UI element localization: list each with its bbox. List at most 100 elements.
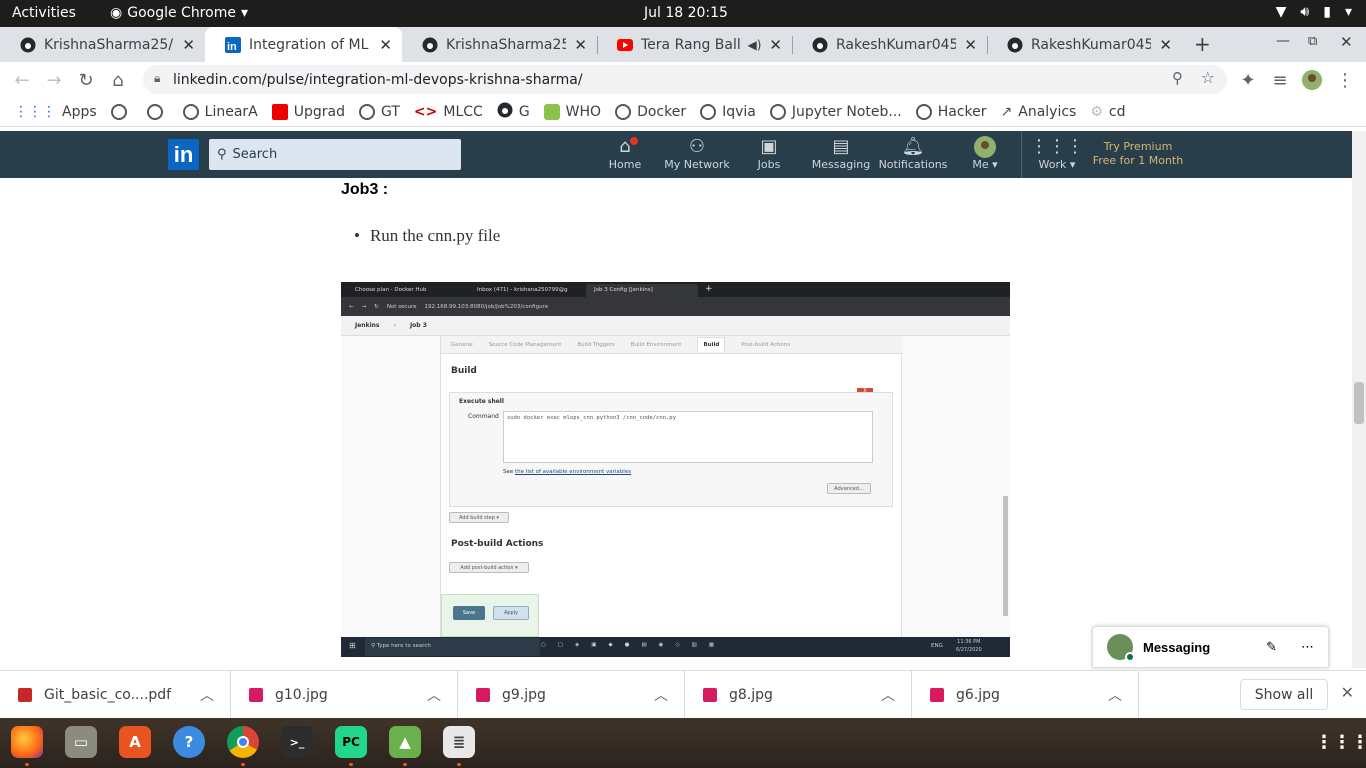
home-button[interactable]: ⌂	[106, 68, 130, 92]
tab[interactable]: KrishnaSharma25/C ✕	[402, 27, 597, 62]
tab[interactable]: Tera Rang Balle ◀︎) ✕	[597, 27, 792, 62]
search-input[interactable]: ⚲ Search	[209, 139, 461, 170]
download-item[interactable]: g6.jpg ︿	[912, 671, 1139, 719]
new-tab-button[interactable]: +	[1194, 32, 1211, 56]
media-control-icon[interactable]: ≡	[1268, 68, 1292, 92]
compose-icon[interactable]: ✎	[1266, 640, 1277, 655]
minimize-button[interactable]: —	[1276, 33, 1290, 49]
clock[interactable]: Jul 18 20:15	[644, 5, 728, 21]
activities-button[interactable]: Activities	[12, 5, 76, 21]
close-window-button[interactable]: ✕	[1340, 33, 1353, 51]
config-tabs: General Source Code Management Build Tri…	[441, 336, 903, 354]
image-file-icon	[249, 688, 263, 702]
extensions-icon[interactable]: ✦	[1236, 68, 1260, 92]
running-indicator	[403, 763, 407, 766]
forward-button[interactable]: →	[42, 68, 66, 92]
command-textarea: sudo docker exec mlops_cnn python3 /cnn_…	[503, 411, 873, 463]
close-icon[interactable]: ✕	[1341, 683, 1354, 702]
zoom-icon[interactable]: ⚲	[1172, 69, 1183, 87]
address-bar[interactable]: 🔒︎ linkedin.com/pulse/integration-ml-dev…	[143, 65, 1227, 94]
people-icon: ⚇	[688, 136, 706, 157]
nav-notifications[interactable]: 🔔︎ Notifications	[878, 136, 948, 171]
bookmark[interactable]: ↗ Analyics	[1001, 104, 1077, 120]
close-icon[interactable]: ✕	[574, 36, 587, 54]
bookmark[interactable]: <> MLCC	[414, 104, 483, 120]
software-icon[interactable]: A	[119, 726, 151, 758]
download-item[interactable]: g9.jpg ︿	[458, 671, 685, 719]
download-item[interactable]: Git_basic_co....pdf ︿	[0, 671, 231, 719]
section-heading: Job3 :	[341, 181, 389, 198]
bookmark-star-icon[interactable]: ☆	[1201, 68, 1215, 87]
restore-button[interactable]: ⧉	[1308, 34, 1317, 49]
download-item[interactable]: g10.jpg ︿	[231, 671, 458, 719]
bookmark[interactable]: WHO	[543, 103, 601, 120]
bookmark[interactable]	[110, 103, 133, 120]
nav-jobs[interactable]: ▣ Jobs	[734, 136, 804, 171]
bookmark[interactable]: Iqvia	[700, 103, 756, 120]
bookmark[interactable]: G	[497, 102, 530, 122]
bookmark-apps[interactable]: ⋮⋮⋮ Apps	[14, 104, 97, 120]
tab[interactable]: KrishnaSharma25/N ✕	[0, 27, 205, 62]
tab-title: RakeshKumar045/N	[1031, 36, 1152, 53]
reload-button[interactable]: ↻	[74, 68, 98, 92]
nav-work[interactable]: ⋮⋮⋮ Work ▾	[1022, 136, 1092, 171]
close-icon[interactable]: ✕	[964, 36, 977, 54]
caret-down-icon: ▾	[992, 158, 998, 171]
bookmark[interactable]: Docker	[615, 103, 686, 120]
chrome-icon[interactable]	[227, 726, 259, 758]
files-icon[interactable]: ▭	[65, 726, 97, 758]
close-icon[interactable]: ✕	[1159, 36, 1172, 54]
tab[interactable]: RakeshKumar045/D ✕	[792, 27, 987, 62]
show-all-button[interactable]: Show all	[1240, 679, 1328, 710]
bookmark[interactable]: Hacker	[915, 103, 987, 120]
nav-my-network[interactable]: ⚇ My Network	[662, 136, 732, 171]
messaging-widget[interactable]: Messaging ✎ ⋯	[1092, 626, 1329, 668]
pycharm-icon[interactable]: PC	[335, 726, 367, 758]
tab-active[interactable]: in Integration of ML a ✕	[205, 27, 402, 62]
bookmark[interactable]: ⚙ cd	[1090, 104, 1125, 120]
bullet-text: Run the cnn.py file	[369, 226, 501, 245]
close-icon[interactable]: ✕	[379, 36, 392, 54]
profile-avatar[interactable]	[1300, 68, 1324, 92]
running-indicator	[349, 763, 353, 766]
terminal-icon[interactable]: >_	[281, 726, 313, 758]
back-button[interactable]: ←	[10, 68, 34, 92]
app-menu[interactable]: ◉ Google Chrome ▾	[110, 5, 248, 21]
bookmark[interactable]: LinearA	[182, 103, 258, 120]
chevron-up-icon[interactable]: ︿	[200, 685, 214, 705]
lock-icon: 🔒︎	[154, 71, 161, 85]
show-apps-grid-icon[interactable]: ⋮⋮⋮	[1315, 726, 1366, 758]
premium-link[interactable]: Try Premium Free for 1 Month	[1092, 140, 1184, 168]
download-filename: g9.jpg	[502, 687, 546, 703]
chevron-up-icon[interactable]: ︿	[654, 685, 668, 705]
help-icon[interactable]: ?	[173, 726, 205, 758]
nav-home[interactable]: ⌂ Home	[590, 136, 660, 171]
bookmark[interactable]	[146, 103, 169, 120]
github-icon	[1007, 37, 1023, 53]
bookmark[interactable]: Upgrad	[271, 103, 345, 120]
more-icon[interactable]: ⋯	[1301, 640, 1314, 655]
close-icon[interactable]: ✕	[769, 36, 782, 54]
menu-icon[interactable]: ⋮	[1333, 68, 1357, 92]
close-icon[interactable]: ✕	[182, 36, 195, 54]
chevron-up-icon[interactable]: ︿	[427, 685, 441, 705]
chevron-up-icon[interactable]: ︿	[881, 685, 895, 705]
scrollbar-thumb[interactable]	[1354, 382, 1364, 424]
download-item[interactable]: g8.jpg ︿	[685, 671, 912, 719]
advanced-button: Advanced...	[827, 483, 871, 494]
nav-me[interactable]: Me ▾	[950, 136, 1020, 171]
chevron-up-icon[interactable]: ︿	[1108, 685, 1122, 705]
text-editor-icon[interactable]: ≣	[443, 726, 475, 758]
windows-taskbar: ⊞ ⚲ Type here to search ○▢◈▣◆●▤◉◇▥▦ ENG …	[341, 637, 1010, 657]
bookmark[interactable]: Jupyter Noteb...	[769, 103, 902, 120]
build-heading: Build	[451, 366, 477, 376]
bookmark[interactable]: GT	[359, 103, 400, 120]
tab[interactable]: RakeshKumar045/N ✕	[987, 27, 1182, 62]
audio-playing-icon[interactable]: ◀︎)	[748, 38, 762, 52]
linkedin-logo[interactable]: in	[168, 139, 199, 170]
nav-messaging[interactable]: ▤ Messaging	[806, 136, 876, 171]
firefox-icon[interactable]	[11, 726, 43, 758]
save-bar: Save Apply	[441, 594, 539, 637]
system-tray[interactable]: ▼ 🔊︎ ▮ ▾	[1276, 4, 1352, 20]
image-viewer-icon[interactable]: ▲	[389, 726, 421, 758]
